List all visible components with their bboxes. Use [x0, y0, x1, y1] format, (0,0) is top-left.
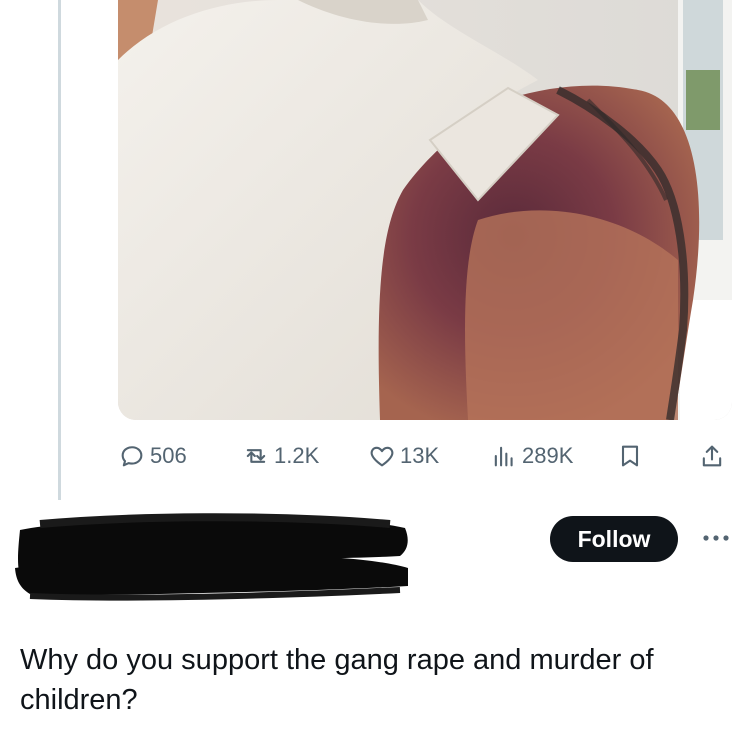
post-image[interactable]: [118, 0, 732, 420]
share-action[interactable]: [698, 436, 726, 476]
reply-count: 506: [150, 443, 187, 468]
repost-count: 1.2K: [274, 443, 320, 468]
bookmark-action[interactable]: [616, 436, 644, 476]
repost-icon: [246, 449, 266, 463]
more-options[interactable]: [698, 526, 734, 550]
redaction-scribble: [15, 513, 408, 601]
post-photo: [118, 0, 732, 420]
reply-action[interactable]: 506: [118, 436, 187, 476]
reply-icon: [121, 446, 143, 467]
thread-line: [58, 0, 61, 500]
like-action[interactable]: 13K: [368, 436, 439, 476]
follow-button[interactable]: Follow: [550, 516, 678, 562]
more-icon: [703, 535, 729, 541]
bookmark-icon: [621, 445, 639, 467]
redacted-author-info: [10, 510, 415, 602]
share-icon: [702, 445, 722, 467]
post-actions: 506 1.2K 13K 289K: [118, 436, 732, 476]
like-icon: [370, 446, 394, 467]
like-count: 13K: [400, 443, 440, 468]
repost-action[interactable]: 1.2K: [242, 436, 319, 476]
views-icon: [494, 446, 513, 467]
post-text: Why do you support the gang rape and mur…: [20, 644, 654, 716]
views-count: 289K: [522, 443, 574, 468]
views-action[interactable]: 289K: [490, 436, 573, 476]
